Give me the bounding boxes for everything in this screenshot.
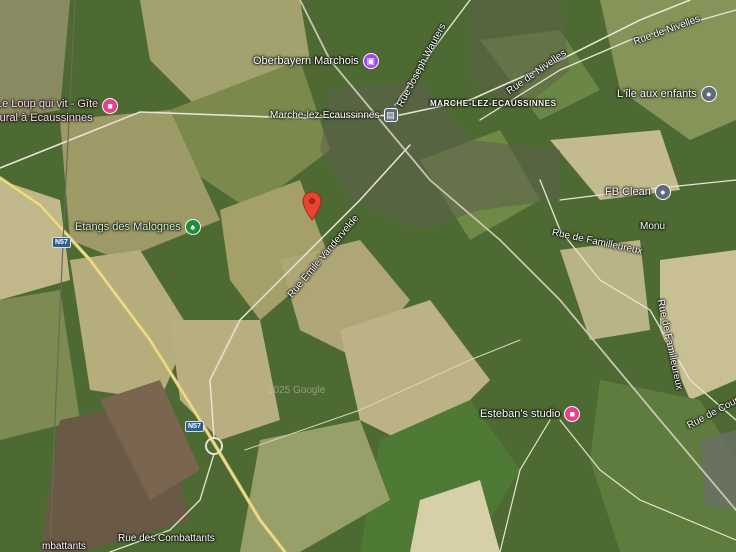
village-label: MARCHE-LEZ-ECAUSSINNES — [430, 99, 557, 108]
road-label-combattants: Rue des Combattants — [118, 533, 215, 544]
poi-ile-label: L'île aux enfants — [617, 87, 697, 100]
poi-station-label: Marche-lez-Ecaussinnes — [270, 109, 380, 121]
poi-esteban-label: Esteban's studio — [480, 407, 561, 420]
poi-gite[interactable]: Le Loup qui vit - Gîte rural à Ecaussinn… — [0, 97, 119, 125]
place-label-monu[interactable]: Monu — [640, 220, 665, 233]
park-icon: ♠ — [184, 219, 201, 235]
n57-shield-north: N57 — [52, 237, 71, 248]
satellite-imagery — [0, 0, 736, 552]
poi-fb-clean-label: FB Clean — [605, 185, 651, 198]
poi-oberbayern-marchois[interactable]: Oberbayern Marchois ▣ — [253, 53, 379, 69]
train-icon: ▤ — [383, 108, 398, 122]
map-watermark: 2025 Google — [268, 385, 326, 396]
poi-ile-aux-enfants[interactable]: L'île aux enfants ● — [617, 86, 717, 102]
satellite-map[interactable]: N57 N57 Rue Joseph Wauters Rue de Nivell… — [0, 0, 736, 552]
poi-fb-clean[interactable]: FB Clean ● — [605, 184, 671, 200]
poi-oberbayern-label: Oberbayern Marchois — [253, 54, 359, 67]
location-icon: ● — [654, 184, 671, 200]
poi-gite-label-line1: Le Loup qui vit - Gîte — [0, 98, 99, 110]
n57-shield-south: N57 — [185, 421, 204, 432]
poi-etangs-des-malognes[interactable]: Etangs des Malognes ♠ — [75, 219, 201, 235]
poi-station[interactable]: Marche-lez-Ecaussinnes ▤ — [270, 108, 398, 122]
bed-icon: ■ — [102, 98, 119, 114]
shopping-bag-icon: ▣ — [362, 53, 379, 69]
location-icon: ● — [700, 86, 717, 102]
bed-icon: ■ — [564, 406, 581, 422]
poi-gite-label: Le Loup qui vit - Gîte rural à Ecaussinn… — [0, 97, 98, 125]
poi-gite-label-line2: rural à Ecaussinnes — [0, 112, 93, 124]
poi-estebans-studio[interactable]: Esteban's studio ■ — [480, 406, 581, 422]
road-label-combattants-west: mbattants — [42, 541, 86, 552]
location-pin-icon[interactable] — [301, 191, 323, 221]
poi-etangs-label: Etangs des Malognes — [75, 220, 181, 233]
